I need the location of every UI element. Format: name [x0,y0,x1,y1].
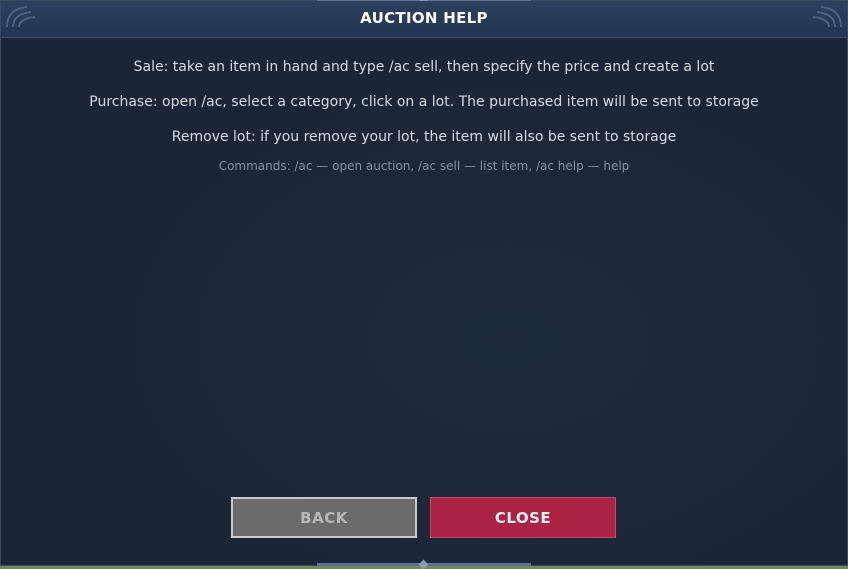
back-button[interactable]: BACK [231,497,417,538]
help-sale-text: Sale: take an item in hand and type /ac … [133,59,715,75]
title-bar: AUCTION HELP [1,1,847,38]
bottom-ornament-icon [417,559,431,569]
corner-ornament-right-icon [812,6,842,28]
window-title: AUCTION HELP [360,9,488,27]
help-purchase-text: Purchase: open /ac, select a category, c… [89,94,759,110]
help-commands-text: Commands: /ac — open auction, /ac sell —… [218,159,630,173]
help-remove-text: Remove lot: if you remove your lot, the … [171,129,677,145]
close-button[interactable]: CLOSE [430,497,616,538]
auction-help-window: AUCTION HELP Sale: take an item in hand … [0,0,848,569]
help-content: Sale: take an item in hand and type /ac … [1,58,847,192]
